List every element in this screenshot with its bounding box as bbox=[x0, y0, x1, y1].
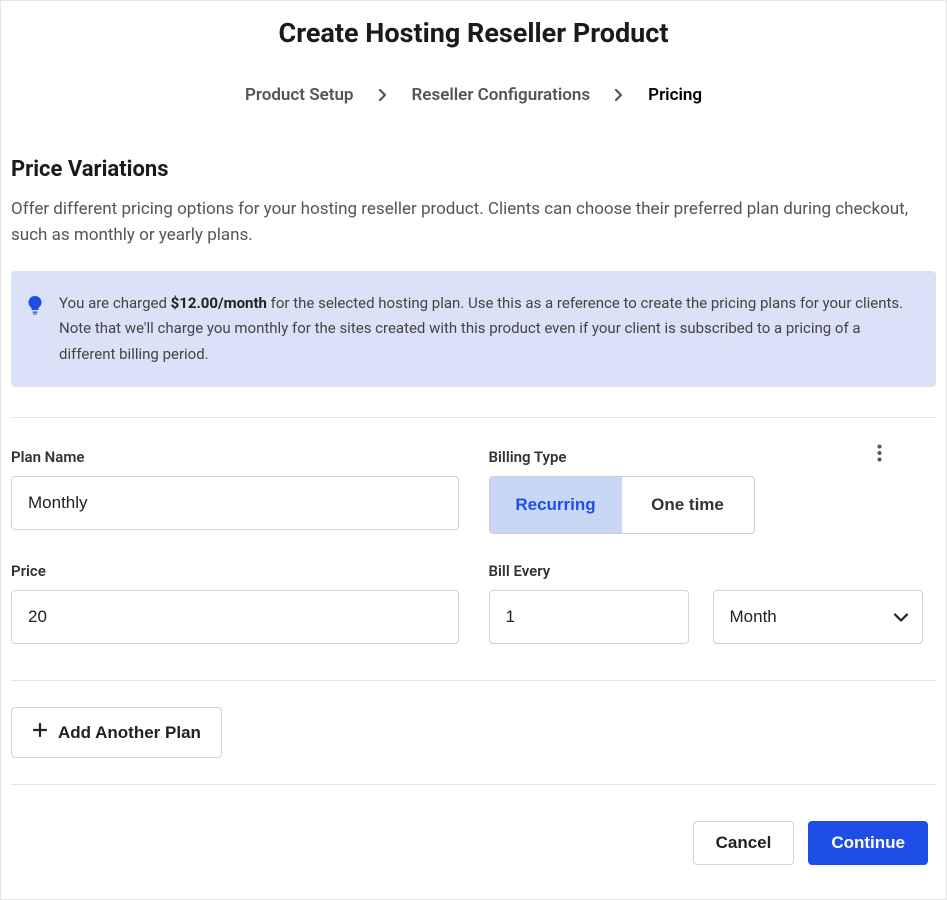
continue-button[interactable]: Continue bbox=[808, 821, 928, 865]
info-text-prefix: You are charged bbox=[59, 294, 171, 312]
page-title: Create Hosting Reseller Product bbox=[11, 17, 936, 49]
add-another-plan-label: Add Another Plan bbox=[58, 723, 201, 743]
billing-type-recurring-button[interactable]: Recurring bbox=[490, 477, 622, 533]
billing-type-onetime-button[interactable]: One time bbox=[622, 477, 754, 533]
price-field: Price bbox=[11, 562, 459, 644]
bill-every-unit-value[interactable] bbox=[713, 590, 923, 644]
breadcrumb-item-reseller-configurations[interactable]: Reseller Configurations bbox=[412, 85, 591, 105]
billing-type-toggle: Recurring One time bbox=[489, 476, 755, 534]
info-text-price: $12.00/month bbox=[171, 294, 267, 312]
bill-every-group bbox=[489, 590, 937, 644]
price-input[interactable] bbox=[11, 590, 459, 644]
plan-name-field: Plan Name bbox=[11, 448, 459, 534]
chevron-right-icon bbox=[614, 88, 624, 102]
price-label: Price bbox=[11, 562, 459, 580]
billing-type-label: Billing Type bbox=[489, 448, 937, 466]
create-product-page: Create Hosting Reseller Product Product … bbox=[0, 0, 947, 900]
info-text: You are charged $12.00/month for the sel… bbox=[59, 291, 912, 368]
form-row-1: Plan Name Billing Type Recurring One tim… bbox=[11, 448, 936, 534]
breadcrumb-item-product-setup[interactable]: Product Setup bbox=[245, 85, 354, 105]
more-vertical-icon bbox=[877, 450, 882, 465]
plan-name-label: Plan Name bbox=[11, 448, 459, 466]
breadcrumb: Product Setup Reseller Configurations Pr… bbox=[11, 85, 936, 105]
breadcrumb-item-pricing[interactable]: Pricing bbox=[648, 85, 702, 105]
chevron-right-icon bbox=[378, 88, 388, 102]
footer-actions: Cancel Continue bbox=[11, 784, 936, 865]
form-row-2: Price Bill Every bbox=[11, 562, 936, 644]
bill-every-field: Bill Every bbox=[489, 562, 937, 644]
bill-every-unit-select[interactable] bbox=[713, 590, 923, 644]
cancel-button[interactable]: Cancel bbox=[693, 821, 795, 865]
billing-type-field: Billing Type Recurring One time bbox=[489, 448, 937, 534]
plan-more-menu-button[interactable] bbox=[871, 438, 888, 471]
divider bbox=[11, 680, 936, 681]
section-description: Offer different pricing options for your… bbox=[11, 196, 936, 249]
divider bbox=[11, 417, 936, 418]
plan-name-input[interactable] bbox=[11, 476, 459, 530]
lightbulb-icon bbox=[27, 295, 43, 319]
info-callout: You are charged $12.00/month for the sel… bbox=[11, 271, 936, 388]
section-title: Price Variations bbox=[11, 157, 936, 182]
bill-every-input[interactable] bbox=[489, 590, 689, 644]
plus-icon bbox=[32, 722, 48, 743]
add-another-plan-button[interactable]: Add Another Plan bbox=[11, 707, 222, 758]
bill-every-label: Bill Every bbox=[489, 562, 937, 580]
